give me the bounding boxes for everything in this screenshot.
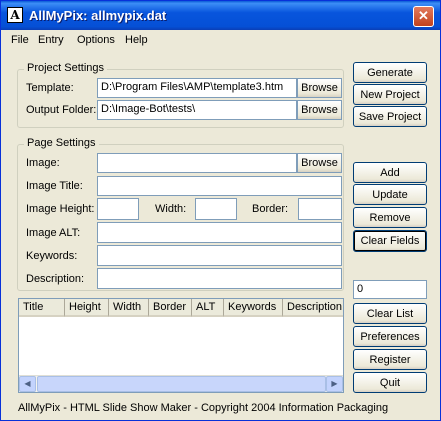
update-button[interactable]: Update (353, 184, 427, 205)
width-label: Width: (155, 203, 187, 215)
clear-fields-button[interactable]: Clear Fields (353, 230, 427, 252)
image-title-field[interactable] (97, 176, 342, 196)
image-browse-button[interactable]: Browse (297, 153, 342, 173)
new-project-button[interactable]: New Project (353, 84, 427, 105)
menu-options[interactable]: Options (77, 34, 115, 46)
output-folder-field[interactable]: D:\Image-Bot\tests\ (97, 100, 297, 120)
border-field[interactable] (298, 198, 342, 220)
page-settings-legend: Page Settings (24, 137, 99, 149)
item-count-field: 0 (353, 280, 427, 299)
clear-list-button[interactable]: Clear List (353, 303, 427, 324)
main-window: A AllMyPix: allmypix.dat ✕ File Entry Op… (0, 0, 441, 421)
menu-entry[interactable]: Entry (38, 34, 64, 46)
title-bar[interactable]: A AllMyPix: allmypix.dat ✕ (1, 1, 440, 30)
image-label: Image: (26, 157, 60, 169)
preferences-button[interactable]: Preferences (353, 326, 427, 347)
keywords-field[interactable] (97, 245, 342, 266)
close-button[interactable]: ✕ (413, 6, 434, 27)
scroll-left-icon[interactable]: ◀ (19, 376, 36, 392)
image-height-field[interactable] (97, 198, 139, 220)
image-list[interactable]: Title Height Width Border ALT Keywords D… (18, 298, 344, 393)
column-keywords[interactable]: Keywords (224, 299, 283, 317)
status-bar: AllMyPix - HTML Slide Show Maker - Copyr… (18, 402, 389, 414)
description-field[interactable] (97, 268, 342, 289)
output-browse-button[interactable]: Browse (297, 100, 342, 120)
remove-button[interactable]: Remove (353, 207, 427, 228)
column-height[interactable]: Height (65, 299, 109, 317)
column-border[interactable]: Border (149, 299, 192, 317)
border-label: Border: (252, 203, 289, 215)
register-button[interactable]: Register (353, 349, 427, 370)
menu-help[interactable]: Help (125, 34, 148, 46)
image-alt-field[interactable] (97, 222, 342, 243)
generate-button[interactable]: Generate (353, 62, 427, 83)
width-field[interactable] (195, 198, 237, 220)
quit-button[interactable]: Quit (353, 372, 427, 393)
image-alt-label: Image ALT: (26, 227, 81, 239)
scrollbar-thumb[interactable] (37, 376, 326, 392)
horizontal-scrollbar[interactable]: ◀ ▶ (19, 375, 343, 392)
output-folder-label: Output Folder: (26, 104, 97, 116)
save-project-button[interactable]: Save Project (353, 106, 427, 127)
description-label: Description: (26, 273, 85, 285)
image-field[interactable] (97, 153, 297, 173)
app-icon[interactable]: A (7, 7, 23, 23)
list-header: Title Height Width Border ALT Keywords D… (19, 299, 343, 317)
template-field[interactable]: D:\Program Files\AMP\template3.htm (97, 78, 297, 98)
menu-file[interactable]: File (11, 34, 29, 46)
window-title: AllMyPix: allmypix.dat (29, 8, 167, 23)
project-settings-legend: Project Settings (24, 62, 108, 74)
column-description[interactable]: Description (283, 299, 343, 317)
add-button[interactable]: Add (353, 162, 427, 183)
image-height-label: Image Height: (26, 203, 95, 215)
scroll-right-icon[interactable]: ▶ (326, 376, 343, 392)
template-browse-button[interactable]: Browse (297, 78, 342, 98)
menu-bar: File Entry Options Help (1, 30, 440, 50)
column-alt[interactable]: ALT (192, 299, 224, 317)
keywords-label: Keywords: (26, 250, 78, 262)
image-title-label: Image Title: (26, 180, 83, 192)
column-title[interactable]: Title (19, 299, 65, 317)
template-label: Template: (26, 82, 74, 94)
column-width[interactable]: Width (109, 299, 149, 317)
